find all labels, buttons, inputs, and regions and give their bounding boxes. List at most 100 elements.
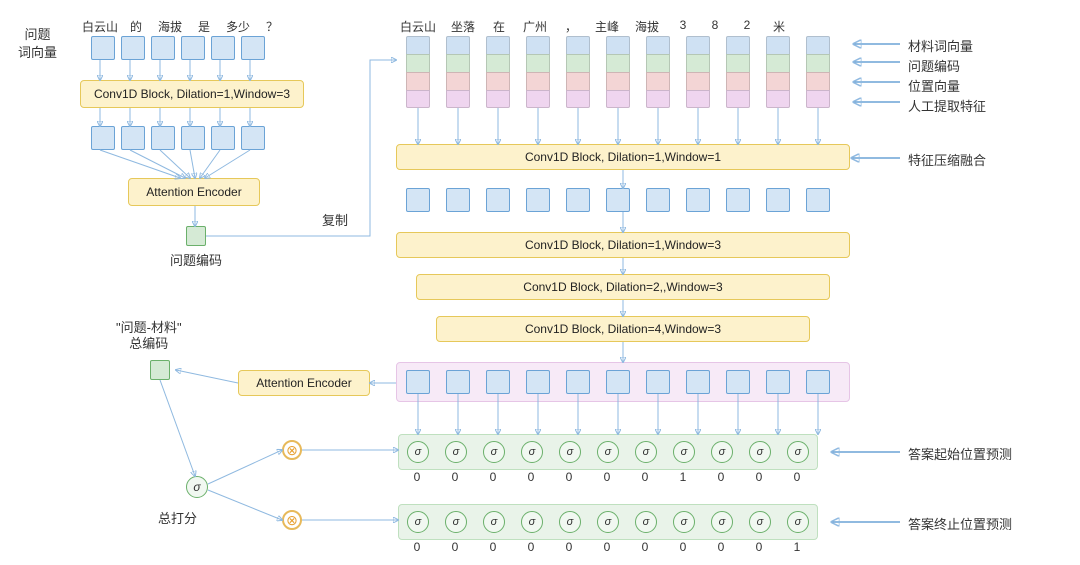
- question-embedding-label: 问题 词向量: [18, 26, 57, 62]
- sigma-circle: σ: [787, 511, 809, 533]
- ctx-box: [446, 188, 470, 212]
- q-hidden-box: [241, 126, 265, 150]
- qm-encoding-box: [150, 360, 170, 380]
- q-encoding-box: [186, 226, 206, 246]
- ctx-attention-encoder-block: Attention Encoder: [238, 370, 370, 396]
- feature-col: [446, 36, 470, 108]
- ctx-box: [606, 188, 630, 212]
- sigma-circle: σ: [483, 511, 505, 533]
- sigma-circle: σ: [521, 511, 543, 533]
- q-conv-block: Conv1D Block, Dilation=1,Window=3: [80, 80, 304, 108]
- q-token-box: [121, 36, 145, 60]
- ctx-box: [526, 188, 550, 212]
- multiply-start: ⊗: [282, 440, 302, 460]
- feature-col: [766, 36, 790, 108]
- label-manual-feat: 人工提取特征: [908, 96, 986, 115]
- sigma-circle: σ: [445, 441, 467, 463]
- sigma-circle: σ: [749, 511, 771, 533]
- start-values-row: 00000001000: [406, 470, 808, 484]
- question-token-row: 白云山 的 海拔 是 多少 ？: [80, 18, 286, 35]
- ctx-vec-box: [486, 370, 510, 394]
- sigma-circle: σ: [559, 511, 581, 533]
- feature-col: [526, 36, 550, 108]
- q-hidden-box: [91, 126, 115, 150]
- sigma-circle: σ: [407, 511, 429, 533]
- sigma-circle: σ: [673, 441, 695, 463]
- sigma-circle: σ: [597, 441, 619, 463]
- q-token-box: [181, 36, 205, 60]
- ctx-box: [686, 188, 710, 212]
- label-fusion: 特征压缩融合: [908, 150, 986, 169]
- q-hidden-row: [88, 126, 268, 150]
- ctx-vec-box: [806, 370, 830, 394]
- ctx-box: [766, 188, 790, 212]
- feature-col: [646, 36, 670, 108]
- sigma-circle: σ: [711, 441, 733, 463]
- feature-col: [606, 36, 630, 108]
- sigma-circle: σ: [711, 511, 733, 533]
- score-label: 总打分: [158, 508, 197, 527]
- sigma-circle: σ: [635, 441, 657, 463]
- feature-col: [486, 36, 510, 108]
- q-token-box: [91, 36, 115, 60]
- feature-col: [686, 36, 710, 108]
- end-values-row: 00000000001: [406, 540, 808, 554]
- ctx-conv-block-1: Conv1D Block, Dilation=1,Window=1: [396, 144, 850, 170]
- ctx-vec-box: [766, 370, 790, 394]
- q-token-box: [151, 36, 175, 60]
- ctx-box: [806, 188, 830, 212]
- q-token-box: [241, 36, 265, 60]
- sigma-circle: σ: [407, 441, 429, 463]
- ctx-vec-box: [726, 370, 750, 394]
- ctx-vec-box: [566, 370, 590, 394]
- ctx-box: [566, 188, 590, 212]
- context-token-row: 白云山 坐落 在 广州 ， 主峰 海拔 3 8 2 米: [398, 18, 790, 35]
- ctx-vec-box: [606, 370, 630, 394]
- ctx-vec-box: [526, 370, 550, 394]
- sigma-circle: σ: [635, 511, 657, 533]
- sigma-circle: σ: [445, 511, 467, 533]
- feature-col: [406, 36, 430, 108]
- context-feature-stack: [406, 36, 830, 108]
- qm-encoding-label: "问题-材料" 总编码: [116, 320, 182, 352]
- sigma-circle: σ: [597, 511, 619, 533]
- score-sigma: σ: [186, 476, 208, 498]
- label-start-pred: 答案起始位置预测: [908, 444, 1012, 463]
- label-end-pred: 答案终止位置预测: [908, 514, 1012, 533]
- feature-col: [726, 36, 750, 108]
- ctx-row-final: [406, 370, 830, 394]
- q-attention-encoder-block: Attention Encoder: [128, 178, 260, 206]
- sigma-circle: σ: [749, 441, 771, 463]
- copy-label: 复制: [322, 210, 348, 229]
- q-encoding-label: 问题编码: [170, 250, 222, 269]
- ctx-conv-block-3: Conv1D Block, Dilation=2,,Window=3: [416, 274, 830, 300]
- ctx-vec-box: [406, 370, 430, 394]
- ctx-vec-box: [686, 370, 710, 394]
- q-hidden-box: [121, 126, 145, 150]
- ctx-conv-block-2: Conv1D Block, Dilation=1,Window=3: [396, 232, 850, 258]
- ctx-vec-box: [446, 370, 470, 394]
- feature-col: [806, 36, 830, 108]
- multiply-end: ⊗: [282, 510, 302, 530]
- q-hidden-box: [181, 126, 205, 150]
- sigma-circle: σ: [673, 511, 695, 533]
- q-hidden-box: [211, 126, 235, 150]
- ctx-box: [726, 188, 750, 212]
- feature-col: [566, 36, 590, 108]
- sigma-circle: σ: [483, 441, 505, 463]
- ctx-conv-block-4: Conv1D Block, Dilation=4,Window=3: [436, 316, 810, 342]
- sigma-circle: σ: [521, 441, 543, 463]
- sigma-circle: σ: [787, 441, 809, 463]
- label-position-emb: 位置向量: [908, 76, 960, 95]
- label-material-emb: 材料词向量: [908, 36, 973, 55]
- sigma-circle: σ: [559, 441, 581, 463]
- ctx-vec-box: [646, 370, 670, 394]
- question-box-row: [88, 36, 268, 60]
- ctx-box: [486, 188, 510, 212]
- ctx-box: [646, 188, 670, 212]
- end-sigma-row: σ σ σ σ σ σ σ σ σ σ σ: [398, 504, 818, 540]
- ctx-box: [406, 188, 430, 212]
- ctx-row-1: [406, 188, 830, 212]
- q-token-box: [211, 36, 235, 60]
- q-hidden-box: [151, 126, 175, 150]
